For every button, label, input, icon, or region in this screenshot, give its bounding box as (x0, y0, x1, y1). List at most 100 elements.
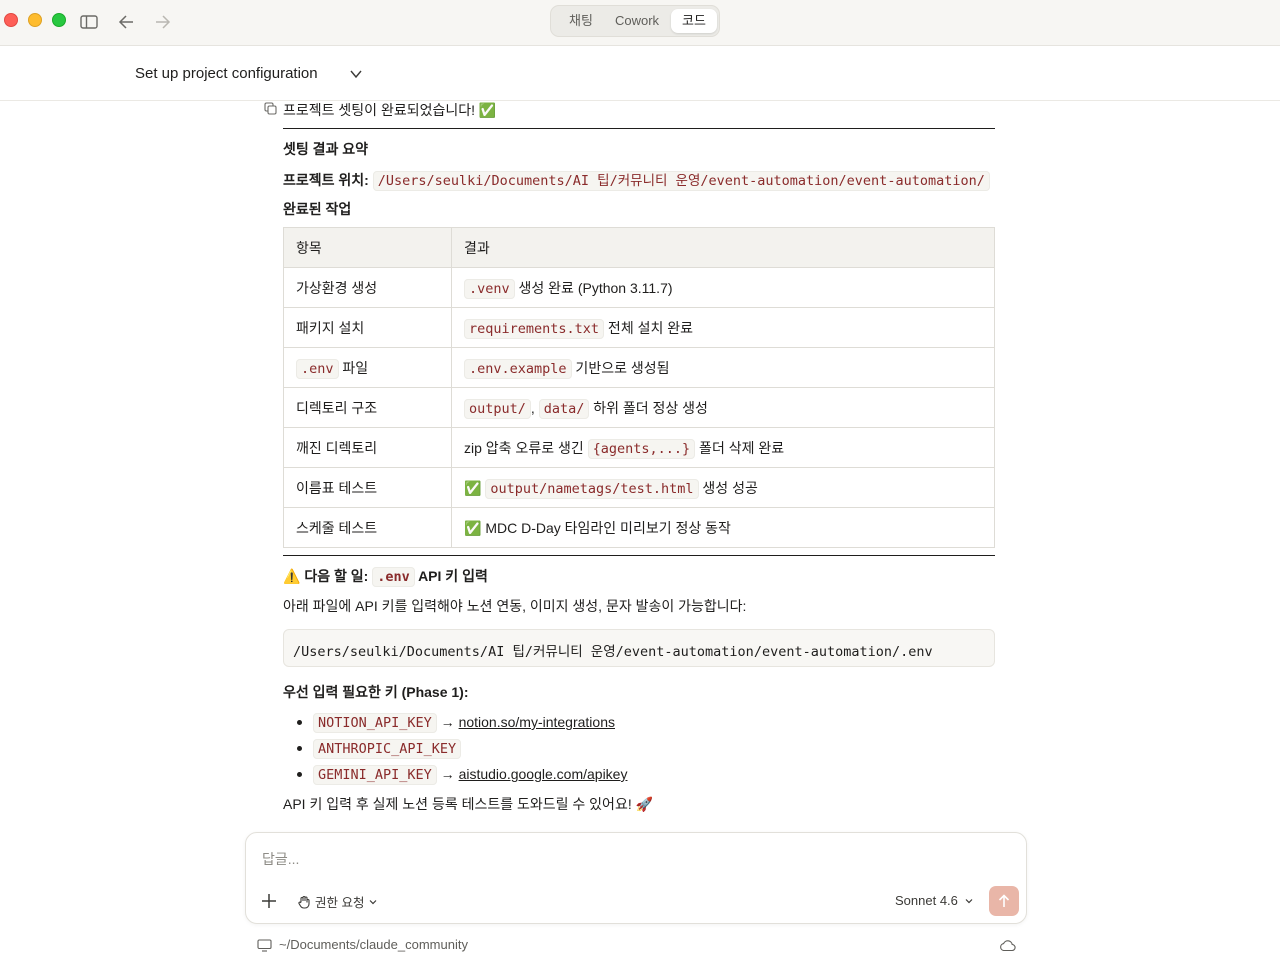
arrow-up-icon (998, 894, 1010, 907)
inline-code: .env.example (464, 358, 572, 379)
arrow-text: → (436, 714, 459, 730)
send-button[interactable] (989, 886, 1019, 916)
chevron-down-icon (965, 898, 973, 903)
cell-text: ✅ (464, 479, 486, 496)
api-key-list: NOTION_API_KEY → notion.so/my-integratio… (283, 709, 627, 787)
location-label: 프로젝트 위치: (283, 172, 369, 188)
cell-text: 전체 설치 완료 (604, 319, 693, 336)
table-row: 디렉토리 구조 output/, data/ 하위 폴더 정상 생성 (283, 387, 995, 428)
table-cell-result: zip 압축 오류로 생긴 {agents,...} 폴더 삭제 완료 (451, 427, 995, 468)
aistudio-apikey-link[interactable]: aistudio.google.com/apikey (459, 766, 628, 782)
results-table: 항목 결과 가상환경 생성 .venv 생성 완료 (Python 3.11.7… (283, 227, 995, 548)
priority-heading: 우선 입력 필요한 키 (Phase 1): (283, 684, 469, 700)
tab-chat[interactable]: 채팅 (559, 9, 603, 33)
inline-code: GEMINI_API_KEY (313, 765, 437, 785)
closing-text: API 키 입력 후 실제 노션 등록 테스트를 도와드릴 수 있어요! 🚀 (283, 796, 654, 812)
window-titlebar: 채팅 Cowork 코드 (0, 0, 1280, 46)
model-selector[interactable]: Sonnet 4.6 (895, 893, 974, 908)
inline-code: NOTION_API_KEY (313, 713, 437, 733)
monitor-icon (257, 939, 272, 952)
cell-text: zip 압축 오류로 생긴 (464, 439, 588, 456)
model-label: Sonnet 4.6 (895, 893, 958, 908)
table-cell-result: .venv 생성 완료 (Python 3.11.7) (451, 267, 995, 308)
next-step-heading: ⚠️ 다음 할 일: .env API 키 입력 (283, 566, 488, 587)
inline-code: .env (372, 567, 415, 587)
table-row: 스케줄 테스트 ✅ MDC D-Day 타임라인 미리보기 정상 동작 (283, 507, 995, 548)
inline-code: output/nametags/test.html (485, 478, 699, 499)
cell-text: 하위 폴더 정상 생성 (589, 399, 708, 416)
plus-icon[interactable] (260, 892, 278, 910)
summary-heading: 셋팅 결과 요약 (283, 141, 369, 157)
minimize-window-button[interactable] (28, 13, 42, 27)
project-location: 프로젝트 위치: /Users/seulki/Documents/AI 팁/커뮤… (283, 169, 990, 191)
cell-text: 폴더 삭제 완료 (695, 439, 785, 456)
sidebar-toggle-icon[interactable] (78, 11, 100, 33)
notion-integrations-link[interactable]: notion.so/my-integrations (459, 714, 615, 730)
chevron-down-icon[interactable] (349, 67, 363, 81)
mode-switcher: 채팅 Cowork 코드 (550, 5, 720, 37)
table-row: 깨진 디렉토리 zip 압축 오류로 생긴 {agents,...} 폴더 삭제… (283, 427, 995, 468)
permission-label: 권한 요청 (315, 896, 365, 910)
intro-text: 프로젝트 셋팅이 완료되었습니다! ✅ (283, 102, 497, 118)
reply-input[interactable] (260, 850, 864, 868)
location-path: /Users/seulki/Documents/AI 팁/커뮤니티 운영/eve… (372, 171, 990, 191)
inline-code: requirements.txt (464, 318, 605, 339)
arrow-text: → (436, 766, 459, 782)
back-arrow-icon[interactable] (115, 11, 137, 33)
divider (283, 555, 995, 556)
explain-text: 아래 파일에 API 키를 입력해야 노션 연동, 이미지 생성, 문자 발송이… (283, 598, 747, 614)
list-item: GEMINI_API_KEY → aistudio.google.com/api… (297, 761, 627, 787)
table-cell-item: 디렉토리 구조 (283, 387, 452, 428)
tab-code[interactable]: 코드 (671, 9, 717, 33)
table-cell-result: .env.example 기반으로 생성됨 (451, 347, 995, 388)
next-step-suffix: API 키 입력 (414, 568, 488, 584)
cell-separator: , (530, 399, 539, 416)
table-cell-result: ✅ output/nametags/test.html 생성 성공 (451, 467, 995, 508)
env-path-codeblock: /Users/seulki/Documents/AI 팁/커뮤니티 운영/eve… (283, 629, 995, 667)
table-cell-item: 스케줄 테스트 (283, 507, 452, 548)
table-cell-item: 이름표 테스트 (283, 467, 452, 508)
close-window-button[interactable] (4, 13, 18, 27)
table-header-result: 결과 (451, 227, 995, 268)
reply-composer: 권한 요청 Sonnet 4.6 (245, 832, 1027, 924)
inline-code: data/ (538, 398, 590, 419)
tab-cowork[interactable]: Cowork (607, 9, 667, 33)
workspace-footer: ~/Documents/claude_community (257, 936, 1017, 956)
table-cell-item: .env 파일 (283, 347, 452, 388)
cell-text: 기반으로 생성됨 (571, 359, 670, 376)
cloud-icon[interactable] (999, 939, 1016, 952)
table-cell-result: ✅ MDC D-Day 타임라인 미리보기 정상 동작 (451, 507, 995, 548)
table-header-row: 항목 결과 (283, 227, 995, 268)
conversation-header: Set up project configuration (0, 46, 1280, 101)
inline-code: ANTHROPIC_API_KEY (313, 739, 462, 759)
inline-code: {agents,...} (587, 438, 696, 459)
done-heading: 완료된 작업 (283, 201, 352, 217)
table-row: .env 파일 .env.example 기반으로 생성됨 (283, 347, 995, 388)
table-cell-item: 깨진 디렉토리 (283, 427, 452, 468)
workspace-path[interactable]: ~/Documents/claude_community (279, 937, 468, 952)
hand-icon (298, 895, 310, 909)
cell-text: 파일 (338, 359, 369, 376)
table-row: 이름표 테스트 ✅ output/nametags/test.html 생성 성… (283, 467, 995, 508)
permission-dropdown[interactable]: 권한 요청 (297, 892, 378, 911)
conversation-title[interactable]: Set up project configuration (135, 65, 318, 82)
table-header-item: 항목 (283, 227, 452, 268)
divider (283, 128, 995, 129)
list-item: ANTHROPIC_API_KEY (297, 735, 627, 761)
table-cell-result: output/, data/ 하위 폴더 정상 생성 (451, 387, 995, 428)
table-cell-item: 패키지 설치 (283, 307, 452, 348)
cell-text: 생성 성공 (698, 479, 758, 496)
copy-icon[interactable] (264, 102, 277, 115)
table-cell-item: 가상환경 생성 (283, 267, 452, 308)
table-row: 가상환경 생성 .venv 생성 완료 (Python 3.11.7) (283, 267, 995, 308)
chevron-down-icon (370, 899, 377, 904)
inline-code: .venv (464, 278, 515, 299)
table-cell-result: requirements.txt 전체 설치 완료 (451, 307, 995, 348)
list-item: NOTION_API_KEY → notion.so/my-integratio… (297, 709, 627, 735)
forward-arrow-icon[interactable] (152, 11, 174, 33)
inline-code: .env (296, 358, 339, 379)
zoom-window-button[interactable] (52, 13, 66, 27)
table-row: 패키지 설치 requirements.txt 전체 설치 완료 (283, 307, 995, 348)
cell-text: 생성 완료 (Python 3.11.7) (514, 279, 673, 296)
inline-code: output/ (464, 398, 531, 419)
